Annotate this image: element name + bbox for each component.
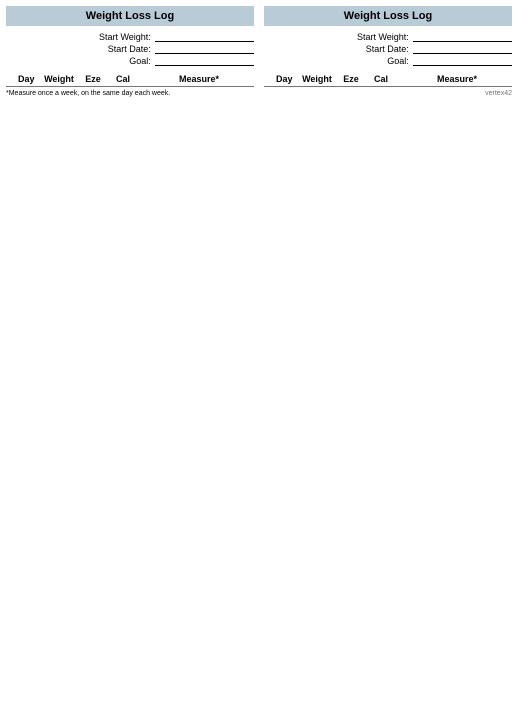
log-right: Weight Loss Log Start Weight: Start Date… <box>264 6 512 97</box>
col-cal: Cal <box>366 74 396 84</box>
column-headers: Day Weight Eze Cal Measure* <box>264 74 512 87</box>
header-fields: Start Weight: Start Date: Goal: <box>264 32 512 66</box>
field-start-weight[interactable] <box>413 32 512 42</box>
title-bar: Weight Loss Log <box>6 6 254 26</box>
col-eze: Eze <box>336 74 366 84</box>
page: Weight Loss Log Start Weight: Start Date… <box>6 6 512 97</box>
col-weight: Weight <box>40 74 78 84</box>
title-bar: Weight Loss Log <box>264 6 512 26</box>
brand: vertex42 <box>264 90 512 97</box>
field-start-date[interactable] <box>155 44 254 54</box>
col-day: Day <box>276 74 298 84</box>
col-weight: Weight <box>298 74 336 84</box>
field-start-date[interactable] <box>413 44 512 54</box>
log-left: Weight Loss Log Start Weight: Start Date… <box>6 6 254 97</box>
field-goal[interactable] <box>413 56 512 66</box>
column-headers: Day Weight Eze Cal Measure* <box>6 74 254 87</box>
label-goal: Goal: <box>264 56 413 66</box>
label-start-date: Start Date: <box>6 44 155 54</box>
label-start-date: Start Date: <box>264 44 413 54</box>
footnote: *Measure once a week, on the same day ea… <box>6 90 254 97</box>
field-start-weight[interactable] <box>155 32 254 42</box>
label-start-weight: Start Weight: <box>264 32 413 42</box>
col-day: Day <box>18 74 40 84</box>
col-cal: Cal <box>108 74 138 84</box>
field-goal[interactable] <box>155 56 254 66</box>
label-goal: Goal: <box>6 56 155 66</box>
col-eze: Eze <box>78 74 108 84</box>
label-start-weight: Start Weight: <box>6 32 155 42</box>
header-fields: Start Weight: Start Date: Goal: <box>6 32 254 66</box>
col-measure: Measure* <box>144 74 254 84</box>
col-measure: Measure* <box>402 74 512 84</box>
